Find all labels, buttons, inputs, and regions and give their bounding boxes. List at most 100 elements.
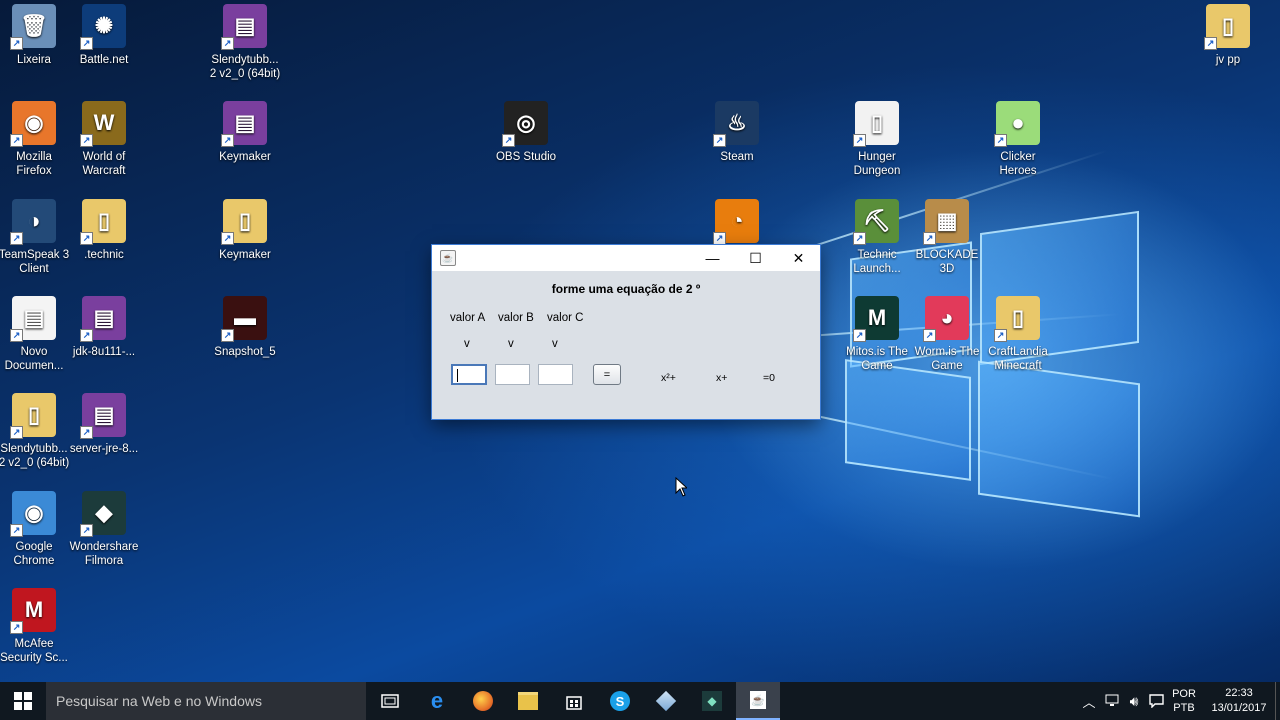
steam-icon: ♨ ↗ xyxy=(713,101,759,147)
edge-icon[interactable]: e xyxy=(415,682,459,720)
shortcut-arrow-icon: ↗ xyxy=(994,134,1007,147)
lixeira-icon: 🗑 ↗ xyxy=(10,4,56,50)
language-bottom: PTB xyxy=(1173,702,1195,714)
start-button[interactable] xyxy=(0,682,46,720)
file-explorer-icon[interactable] xyxy=(506,682,550,720)
desktop-icon-filmora[interactable]: ◆ ↗ Wondershare Filmora xyxy=(64,491,144,568)
desktop-icon-wormis[interactable]: ◕ ↗ Worm.is The Game xyxy=(907,296,987,373)
maximize-button[interactable]: ☐ xyxy=(734,245,777,271)
shortcut-arrow-icon: ↗ xyxy=(80,37,93,50)
label-valor-a: valor A xyxy=(450,312,486,324)
desktop-icon-slendytubbies[interactable]: ▤ ↗ Slendytubb... 2 v2_0 (64bit) xyxy=(205,4,285,81)
shortcut-arrow-icon: ↗ xyxy=(853,134,866,147)
input-valor-a[interactable] xyxy=(451,364,487,385)
cube-app-icon[interactable] xyxy=(644,682,688,720)
desktop-icon-label: Snapshot_5 xyxy=(214,346,276,358)
desktop-icon-label: Mitos.is The Game xyxy=(846,346,908,372)
minimize-button[interactable]: — xyxy=(691,245,734,271)
desktop-icon-lixeira[interactable]: 🗑 ↗ Lixeira xyxy=(0,4,74,67)
desktop-icon-server-jre[interactable]: ▤ ↗ server-jre-8... xyxy=(64,393,144,456)
snapshot-icon: ▬ ↗ xyxy=(221,296,267,342)
desktop-icon-keymaker-folder[interactable]: ▯ ↗ Keymaker xyxy=(205,199,285,262)
language-indicator[interactable]: POR PTB xyxy=(1168,682,1200,720)
mouse-cursor-icon xyxy=(675,477,687,497)
desktop-icon-label: Lixeira xyxy=(17,54,51,66)
slendytubbies-icon: ▤ ↗ xyxy=(221,4,267,50)
shortcut-arrow-icon: ↗ xyxy=(10,134,23,147)
hunger-dungeon-icon: ▯ ↗ xyxy=(853,101,899,147)
window-titlebar[interactable]: ☕ — ☐ ✕ xyxy=(432,245,820,271)
desktop-icon-label: Keymaker xyxy=(219,151,271,163)
java-icon: ☕ xyxy=(440,250,456,266)
desktop-icon-label: jv pp xyxy=(1215,54,1241,66)
desktop-icon-label: Wondershare Filmora xyxy=(69,541,139,567)
input-valor-b[interactable] xyxy=(495,364,530,385)
java-app-taskbar-icon[interactable]: ☕ xyxy=(736,682,780,720)
desktop-icon-firefox[interactable]: ◉ ↗ Mozilla Firefox xyxy=(0,101,74,178)
desktop-icon-label: Keymaker xyxy=(219,249,271,261)
desktop-icon-mitosis[interactable]: M ↗ Mitos.is The Game xyxy=(837,296,917,373)
show-desktop-button[interactable] xyxy=(1275,682,1280,720)
result-x-label: x+ xyxy=(716,372,728,384)
chevron-up-icon[interactable]: ︿ xyxy=(1080,682,1098,720)
shortcut-arrow-icon: ↗ xyxy=(80,232,93,245)
filmora-icon: ◆ ↗ xyxy=(80,491,126,537)
desktop-icon-obs[interactable]: ◎ ↗ OBS Studio xyxy=(486,101,566,164)
desktop-icon-label: Slendytubb... 2 v2_0 (64bit) xyxy=(0,443,70,469)
desktop-icon-clicker-heroes[interactable]: ● ↗ Clicker Heroes xyxy=(978,101,1058,178)
desktop-icon-blender[interactable]: ◔ ↗ xyxy=(697,199,777,248)
desktop-icon-steam[interactable]: ♨ ↗ Steam xyxy=(697,101,777,164)
desktop-icon-label: server-jre-8... xyxy=(69,443,139,455)
shortcut-arrow-icon: ↗ xyxy=(853,232,866,245)
wallpaper-logo-pane xyxy=(978,360,1140,518)
volume-icon[interactable]: 🔊︎ xyxy=(1124,682,1144,720)
desktop-icon-teamspeak[interactable]: ◑ ↗ TeamSpeak 3 Client xyxy=(0,199,74,276)
craftlandia-icon: ▯ ↗ xyxy=(994,296,1040,342)
shortcut-arrow-icon: ↗ xyxy=(713,232,726,245)
desktop-icon-snapshot[interactable]: ▬ ↗ Snapshot_5 xyxy=(205,296,285,359)
notifications-icon[interactable] xyxy=(1146,682,1166,720)
firefox-taskbar-icon[interactable] xyxy=(461,682,505,720)
desktop-icon-technic-launcher[interactable]: ⛏ ↗ Technic Launch... xyxy=(837,199,917,276)
mitosis-icon: M ↗ xyxy=(853,296,899,342)
store-icon[interactable] xyxy=(552,682,596,720)
close-button[interactable]: ✕ xyxy=(777,245,820,271)
windows-logo-icon xyxy=(14,692,32,710)
desktop: 🗑 ↗ Lixeira ✺ ↗ Battle.net ▤ ↗ Slendytubb... 2 v… xyxy=(0,0,1280,682)
desktop-icon-keymaker[interactable]: ▤ ↗ Keymaker xyxy=(205,101,285,164)
desktop-icon-technic-folder[interactable]: ▯ ↗ .technic xyxy=(64,199,144,262)
desktop-icon-label: Clicker Heroes xyxy=(999,151,1037,177)
equals-button[interactable]: = xyxy=(593,364,621,385)
shortcut-arrow-icon: ↗ xyxy=(10,524,23,537)
desktop-icon-world-of-warcraft[interactable]: W ↗ World of Warcraft xyxy=(64,101,144,178)
desktop-icon-hunger-dungeon[interactable]: ▯ ↗ Hunger Dungeon xyxy=(837,101,917,178)
taskbar: Pesquisar na Web e no Windows e S ◆ ☕ ︿ … xyxy=(0,682,1280,720)
input-valor-c[interactable] xyxy=(538,364,573,385)
desktop-icon-novo-documento[interactable]: ▤ ↗ Novo Documen... xyxy=(0,296,74,373)
desktop-icon-jdk[interactable]: ▤ ↗ jdk-8u111-... xyxy=(64,296,144,359)
desktop-icon-label: BLOCKADE 3D xyxy=(915,249,979,275)
clock[interactable]: 22:33 13/01/2017 xyxy=(1204,682,1274,720)
desktop-icon-blockade[interactable]: ▦ ↗ BLOCKADE 3D xyxy=(907,199,987,276)
filmora-taskbar-icon[interactable]: ◆ xyxy=(690,682,734,720)
desktop-icon-slendytubbies-2[interactable]: ▯ ↗ Slendytubb... 2 v2_0 (64bit) xyxy=(0,393,74,470)
desktop-icon-chrome[interactable]: ◉ ↗ Google Chrome xyxy=(0,491,74,568)
desktop-icon-craftlandia[interactable]: ▯ ↗ CraftLandia Minecraft xyxy=(978,296,1058,373)
label-v-a: v xyxy=(464,338,470,350)
shortcut-arrow-icon: ↗ xyxy=(10,621,23,634)
mcafee-icon: M ↗ xyxy=(10,588,56,634)
search-box[interactable]: Pesquisar na Web e no Windows xyxy=(46,682,366,720)
teamspeak-icon: ◑ ↗ xyxy=(10,199,56,245)
desktop-icon-label: Steam xyxy=(720,151,754,163)
desktop-icon-mcafee[interactable]: M ↗ McAfee Security Sc... xyxy=(0,588,74,665)
battlenet-icon: ✺ ↗ xyxy=(80,4,126,50)
skype-icon[interactable]: S xyxy=(598,682,642,720)
slendytubbies-2-icon: ▯ ↗ xyxy=(10,393,56,439)
desktop-icon-jv-pp[interactable]: ▯ ↗ jv pp xyxy=(1188,4,1268,67)
desktop-icon-battlenet[interactable]: ✺ ↗ Battle.net xyxy=(64,4,144,67)
keymaker-icon: ▤ ↗ xyxy=(221,101,267,147)
network-icon[interactable] xyxy=(1102,682,1122,720)
task-view-icon[interactable] xyxy=(368,682,412,720)
shortcut-arrow-icon: ↗ xyxy=(221,37,234,50)
shortcut-arrow-icon: ↗ xyxy=(713,134,726,147)
